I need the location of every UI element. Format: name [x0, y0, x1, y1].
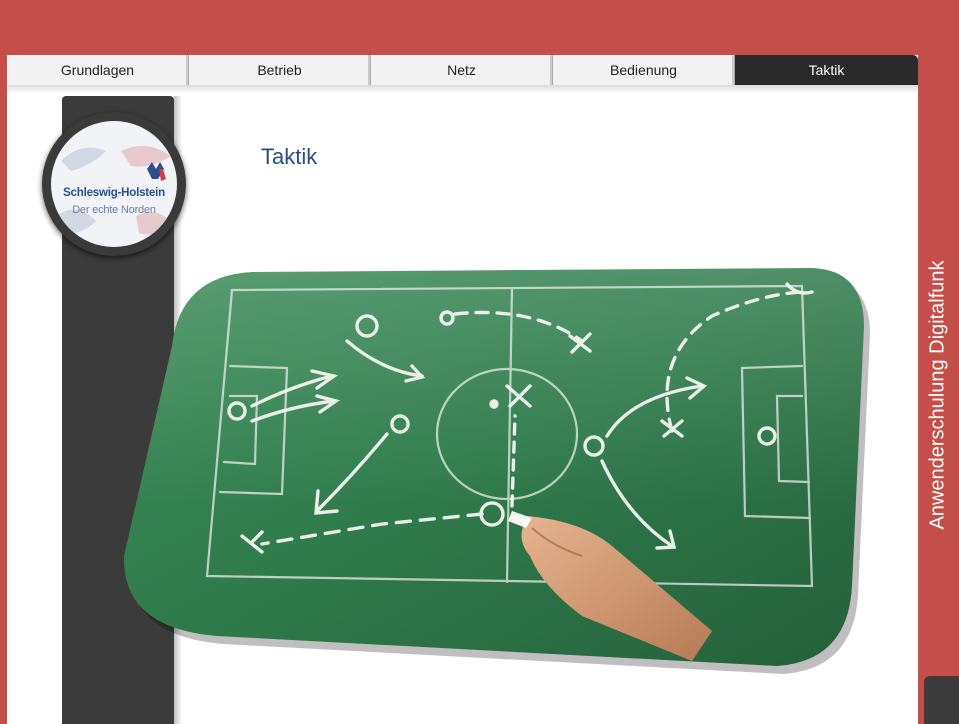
page-title: Taktik [261, 144, 318, 169]
course-title-vertical: Anwenderschulung Digitalfunk [926, 260, 949, 530]
tab-betrieb[interactable]: Betrieb [189, 55, 376, 85]
tab-taktik[interactable]: Taktik [735, 55, 918, 85]
tab-netz[interactable]: Netz [371, 55, 558, 85]
state-logo: Schleswig-Holstein Der echte Norden [51, 121, 177, 247]
tab-label: Betrieb [257, 62, 302, 78]
tab-bar: Grundlagen Betrieb Netz Bedienung Taktik [7, 55, 918, 85]
tab-grundlagen[interactable]: Grundlagen [7, 55, 194, 85]
logo-subtitle: Der echte Norden [72, 204, 156, 216]
top-banner [0, 0, 959, 55]
right-accent-bar: Anwenderschulung Digitalfunk [918, 55, 959, 724]
logo-title: Schleswig-Holstein [63, 187, 165, 199]
tab-label: Netz [447, 62, 476, 78]
tab-label: Bedienung [610, 62, 677, 78]
logo-background-icon [56, 146, 171, 235]
right-bottom-tab [924, 676, 959, 724]
tab-label: Taktik [808, 62, 845, 78]
tab-label: Grundlagen [60, 62, 135, 78]
tab-divider [7, 85, 918, 93]
tactics-chalkboard-image [123, 268, 871, 674]
tab-bedienung[interactable]: Bedienung [553, 55, 740, 85]
